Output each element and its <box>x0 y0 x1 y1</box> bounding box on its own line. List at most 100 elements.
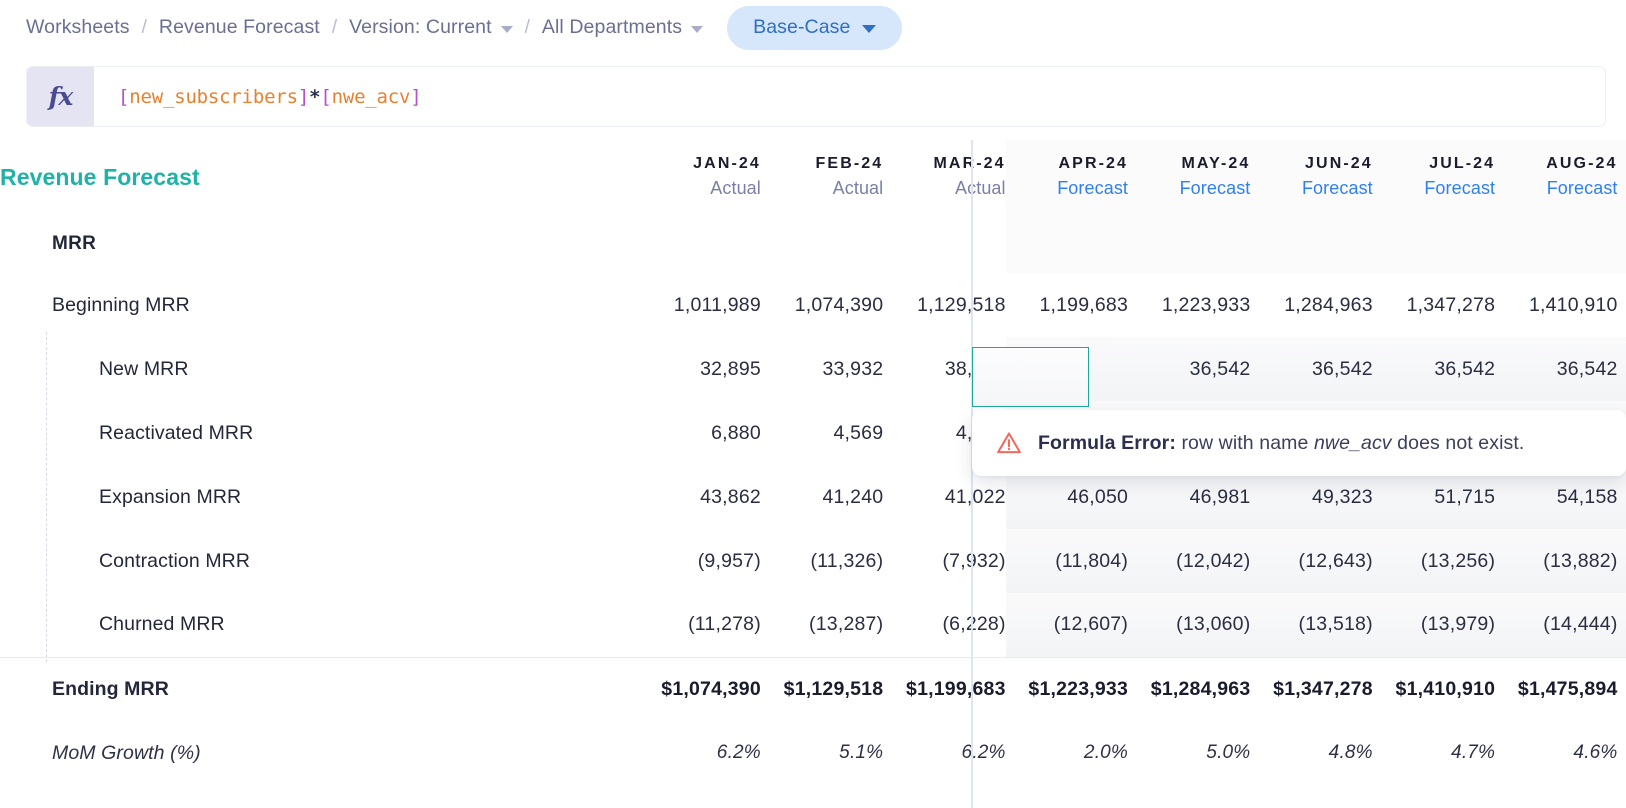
table-row[interactable]: MoM Growth (%) 6.2% 5.1% 6.2% 2.0% 5.0% … <box>0 721 1626 785</box>
row-label[interactable]: Reactivated MRR <box>0 401 639 465</box>
cell[interactable]: 32,895 <box>639 337 761 401</box>
cell[interactable]: 4.5% <box>1618 721 1626 785</box>
cell[interactable] <box>639 215 761 273</box>
cell[interactable]: 1,475,894 <box>1618 273 1626 337</box>
table-row[interactable]: New MRR 32,895 33,932 38,900 36,542 36,5… <box>0 337 1626 401</box>
cell[interactable]: 36,542 <box>1495 337 1617 401</box>
row-label[interactable]: New MRR <box>0 337 639 401</box>
cell[interactable]: (11,804) <box>1006 529 1128 593</box>
cell[interactable]: 1,129,518 <box>883 273 1005 337</box>
breadcrumb-item-revenue-forecast[interactable]: Revenue Forecast <box>159 16 320 39</box>
cell[interactable]: 41,240 <box>761 465 883 529</box>
table-row[interactable]: Beginning MRR 1,011,989 1,074,390 1,129,… <box>0 273 1626 337</box>
cell[interactable]: 1,074,390 <box>761 273 883 337</box>
cell[interactable]: 1,199,683 <box>1006 273 1128 337</box>
table-row[interactable]: MRR <box>0 215 1626 273</box>
cell[interactable]: (14,444) <box>1495 593 1617 657</box>
cell[interactable]: (14,545) <box>1618 529 1626 593</box>
table-row[interactable]: Churned MRR (11,278) (13,287) (6,228) (1… <box>0 593 1626 657</box>
cell[interactable]: 4.7% <box>1373 721 1495 785</box>
cell[interactable]: (13,256) <box>1373 529 1495 593</box>
row-label[interactable]: Contraction MRR <box>0 529 639 593</box>
cell[interactable] <box>1495 215 1617 273</box>
cell[interactable]: 5.0% <box>1128 721 1250 785</box>
cell[interactable]: 6.2% <box>883 721 1005 785</box>
formula-input[interactable]: [new_subscribers]*[nwe_acv] <box>94 67 1605 126</box>
column-header-jun[interactable]: JUN-24 Forecast <box>1250 140 1372 215</box>
cell[interactable]: (13,882) <box>1495 529 1617 593</box>
table-row[interactable]: Ending MRR $1,074,390 $1,129,518 $1,199,… <box>0 657 1626 721</box>
cell[interactable]: 5.1% <box>761 721 883 785</box>
chevron-down-icon[interactable] <box>501 26 513 33</box>
table-row[interactable]: Contraction MRR (9,957) (11,326) (7,932)… <box>0 529 1626 593</box>
column-header-jan[interactable]: JAN-24 Actual <box>639 140 761 215</box>
cell[interactable] <box>1128 215 1250 273</box>
cell[interactable]: 6,880 <box>639 401 761 465</box>
cell[interactable]: 1,347,278 <box>1373 273 1495 337</box>
breadcrumb-item-worksheets[interactable]: Worksheets <box>26 16 130 39</box>
cell[interactable]: 4,569 <box>761 401 883 465</box>
cell[interactable]: 2.0% <box>1006 721 1128 785</box>
cell[interactable]: 36,542 <box>1373 337 1495 401</box>
cell[interactable]: (13,518) <box>1250 593 1372 657</box>
row-label[interactable]: Churned MRR <box>0 593 639 657</box>
cell[interactable]: (9,957) <box>639 529 761 593</box>
cell[interactable]: (13,060) <box>1128 593 1250 657</box>
row-label[interactable]: Expansion MRR <box>0 465 639 529</box>
cell[interactable]: 43,862 <box>639 465 761 529</box>
cell[interactable]: (7,932) <box>883 529 1005 593</box>
row-label[interactable]: MRR <box>0 215 639 273</box>
cell[interactable]: $1,541,722 <box>1618 657 1626 721</box>
cell[interactable]: (6,228) <box>883 593 1005 657</box>
cell[interactable]: (12,042) <box>1128 529 1250 593</box>
breadcrumb-item-version[interactable]: Version: Current <box>349 16 513 39</box>
column-header-sep[interactable]: SEP-24 Forecast <box>1618 140 1626 215</box>
cell[interactable]: (13,979) <box>1373 593 1495 657</box>
column-header-mar[interactable]: MAR-24 Actual <box>883 140 1005 215</box>
cell[interactable]: 1,223,933 <box>1128 273 1250 337</box>
cell[interactable]: (11,326) <box>761 529 883 593</box>
chevron-down-icon[interactable] <box>691 26 703 33</box>
cell[interactable] <box>761 215 883 273</box>
breadcrumb-item-departments[interactable]: All Departments <box>542 16 703 39</box>
cell[interactable]: 4.6% <box>1495 721 1617 785</box>
cell[interactable]: 6.2% <box>639 721 761 785</box>
cell[interactable] <box>1373 215 1495 273</box>
cell[interactable] <box>1618 215 1626 273</box>
cell[interactable] <box>1006 215 1128 273</box>
chevron-down-icon[interactable] <box>862 25 876 33</box>
column-header-jul[interactable]: JUL-24 Forecast <box>1373 140 1495 215</box>
cell[interactable]: 1,410,910 <box>1495 273 1617 337</box>
cell[interactable]: (14,912) <box>1618 593 1626 657</box>
cell[interactable]: $1,199,683 <box>883 657 1005 721</box>
cell[interactable] <box>1250 215 1372 273</box>
cell[interactable] <box>883 215 1005 273</box>
cell[interactable]: 36,542 <box>1618 337 1626 401</box>
cell[interactable]: $1,475,894 <box>1495 657 1617 721</box>
scenario-selector-button[interactable]: Base-Case <box>727 6 902 50</box>
cell[interactable]: $1,129,518 <box>761 657 883 721</box>
column-header-apr[interactable]: APR-24 Forecast <box>1006 140 1128 215</box>
cell[interactable]: $1,347,278 <box>1250 657 1372 721</box>
column-header-may[interactable]: MAY-24 Forecast <box>1128 140 1250 215</box>
cell[interactable]: 1,011,989 <box>639 273 761 337</box>
cell[interactable]: 36,542 <box>1250 337 1372 401</box>
cell[interactable]: (13,287) <box>761 593 883 657</box>
row-label[interactable]: MoM Growth (%) <box>0 721 639 785</box>
cell[interactable]: $1,223,933 <box>1006 657 1128 721</box>
column-header-aug[interactable]: AUG-24 Forecast <box>1495 140 1617 215</box>
selected-cell-outline[interactable] <box>972 347 1089 407</box>
cell[interactable]: $1,410,910 <box>1373 657 1495 721</box>
cell[interactable]: 36,542 <box>1128 337 1250 401</box>
cell[interactable]: 33,932 <box>761 337 883 401</box>
cell[interactable]: (12,607) <box>1006 593 1128 657</box>
row-label[interactable]: Ending MRR <box>0 657 639 721</box>
cell[interactable]: (12,643) <box>1250 529 1372 593</box>
column-header-feb[interactable]: FEB-24 Actual <box>761 140 883 215</box>
row-label[interactable]: Beginning MRR <box>0 273 639 337</box>
cell[interactable]: 1,284,963 <box>1250 273 1372 337</box>
cell[interactable]: $1,074,390 <box>639 657 761 721</box>
cell[interactable]: 4.8% <box>1250 721 1372 785</box>
cell[interactable]: $1,284,963 <box>1128 657 1250 721</box>
cell[interactable]: (11,278) <box>639 593 761 657</box>
